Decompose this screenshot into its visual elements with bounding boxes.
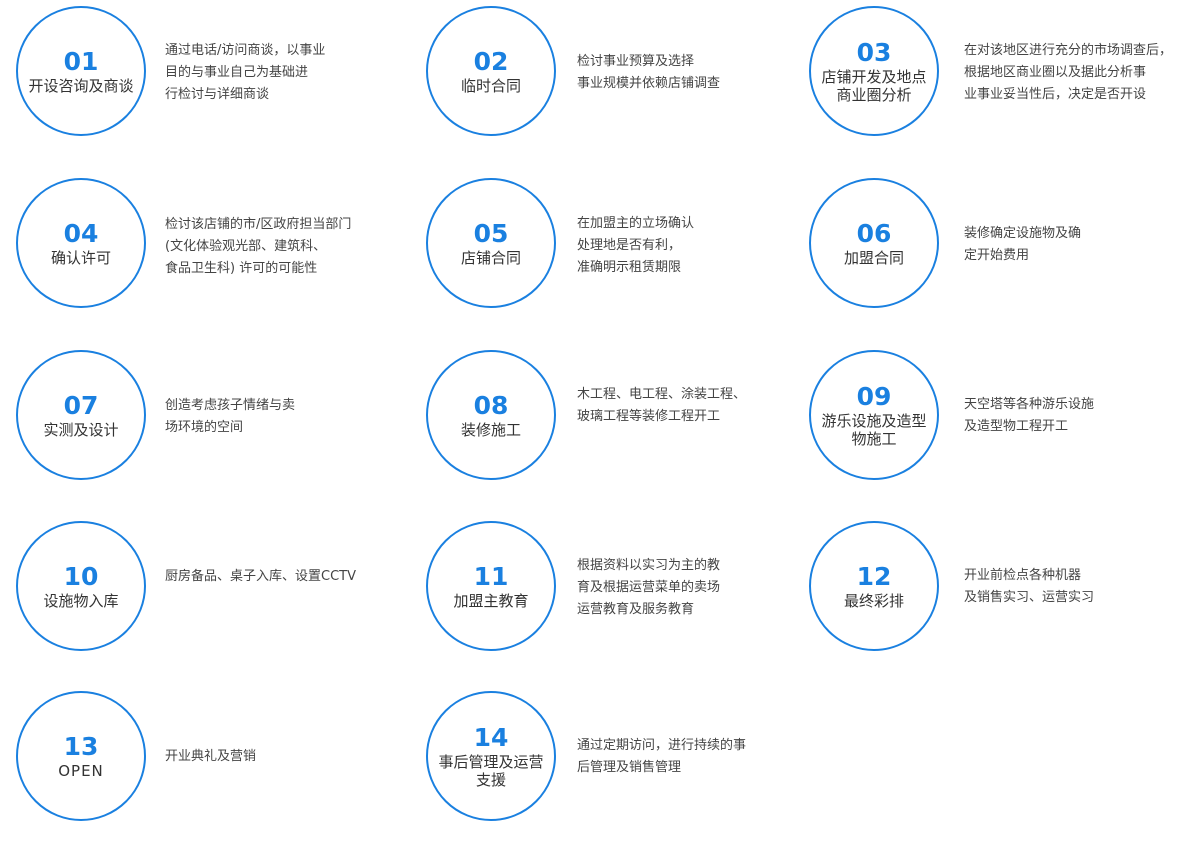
step-number: 01 <box>63 47 99 76</box>
step-04: 04 确认许可 检讨该店铺的市/区政府担当部门 (文化体验观光部、建筑科、 食品… <box>16 178 406 318</box>
step-circle: 10 设施物入库 <box>16 521 146 651</box>
step-description: 根据资料以实习为主的教 育及根据运营菜单的卖场 运营教育及服务教育 <box>577 558 721 617</box>
step-circle: 14 事后管理及运营支援 <box>426 691 556 821</box>
step-title: 开设咨询及商谈 <box>28 77 134 95</box>
step-13: 13 OPEN 开业典礼及营销 <box>16 691 406 831</box>
step-number: 08 <box>473 391 509 420</box>
step-title: 店铺开发及地点商业圈分析 <box>821 68 927 104</box>
step-title: 最终彩排 <box>843 592 904 610</box>
step-title: 加盟合同 <box>843 249 904 267</box>
step-title: 实测及设计 <box>43 421 119 439</box>
step-10: 10 设施物入库 厨房备品、桌子入库、设置CCTV <box>16 521 406 661</box>
step-description: 检讨该店铺的市/区政府担当部门 (文化体验观光部、建筑科、 食品卫生科) 许可的… <box>165 217 352 276</box>
step-title: 确认许可 <box>50 249 111 267</box>
step-14: 14 事后管理及运营支援 通过定期访问，进行持续的事 后管理及销售管理 <box>426 691 816 831</box>
step-circle: 05 店铺合同 <box>426 178 556 308</box>
step-number: 07 <box>63 391 99 420</box>
step-number: 12 <box>856 562 892 591</box>
step-circle: 08 装修施工 <box>426 350 556 480</box>
step-description: 检讨事业预算及选择 事业规模并依赖店铺调查 <box>577 54 721 91</box>
step-description: 通过定期访问，进行持续的事 后管理及销售管理 <box>577 738 747 775</box>
step-02: 02 临时合同 检讨事业预算及选择 事业规模并依赖店铺调查 <box>426 6 816 146</box>
step-description: 通过电话/访问商谈，以事业 目的与事业自己为基础进 行检讨与详细商谈 <box>165 43 326 102</box>
step-description: 天空塔等各种游乐设施 及造型物工程开工 <box>964 397 1095 434</box>
step-circle: 12 最终彩排 <box>809 521 939 651</box>
step-circle: 07 实测及设计 <box>16 350 146 480</box>
step-07: 07 实测及设计 创造考虑孩子情绪与卖 场环境的空间 <box>16 350 406 490</box>
step-title: 游乐设施及造型物施工 <box>821 412 927 448</box>
step-title: 店铺合同 <box>460 249 521 267</box>
step-circle: 11 加盟主教育 <box>426 521 556 651</box>
step-description: 厨房备品、桌子入库、设置CCTV <box>165 569 356 584</box>
step-circle: 13 OPEN <box>16 691 146 821</box>
step-circle: 02 临时合同 <box>426 6 556 136</box>
step-number: 11 <box>473 562 509 591</box>
step-01: 01 开设咨询及商谈 通过电话/访问商谈，以事业 目的与事业自己为基础进 行检讨… <box>16 6 406 146</box>
step-05: 05 店铺合同 在加盟主的立场确认 处理地是否有利， 准确明示租赁期限 <box>426 178 816 318</box>
step-11: 11 加盟主教育 根据资料以实习为主的教 育及根据运营菜单的卖场 运营教育及服务… <box>426 521 816 661</box>
step-circle: 09 游乐设施及造型物施工 <box>809 350 939 480</box>
step-08: 08 装修施工 木工程、电工程、涂装工程、 玻璃工程等装修工程开工 <box>426 350 816 490</box>
step-number: 05 <box>473 219 509 248</box>
step-12: 12 最终彩排 开业前检点各种机器 及销售实习、运营实习 <box>809 521 1199 661</box>
step-description: 开业前检点各种机器 及销售实习、运营实习 <box>964 568 1095 605</box>
step-title: OPEN <box>58 762 104 780</box>
step-title: 临时合同 <box>460 77 521 95</box>
step-number: 02 <box>473 47 509 76</box>
step-description: 装修确定设施物及确 定开始费用 <box>964 226 1082 263</box>
step-title: 事后管理及运营支援 <box>438 753 544 789</box>
step-title: 装修施工 <box>460 421 521 439</box>
step-number: 06 <box>856 219 892 248</box>
step-09: 09 游乐设施及造型物施工 天空塔等各种游乐设施 及造型物工程开工 <box>809 350 1199 490</box>
step-number: 03 <box>856 38 892 67</box>
step-description: 在对该地区进行充分的市场调查后， 根据地区商业圈以及据此分析事 业事业妥当性后，… <box>964 43 1173 102</box>
step-number: 09 <box>856 382 892 411</box>
step-description: 木工程、电工程、涂装工程、 玻璃工程等装修工程开工 <box>577 387 747 424</box>
step-number: 10 <box>63 562 99 591</box>
step-circle: 03 店铺开发及地点商业圈分析 <box>809 6 939 136</box>
step-circle: 06 加盟合同 <box>809 178 939 308</box>
step-03: 03 店铺开发及地点商业圈分析 在对该地区进行充分的市场调查后， 根据地区商业圈… <box>809 6 1199 146</box>
step-number: 13 <box>63 732 99 761</box>
step-description: 开业典礼及营销 <box>165 749 257 764</box>
step-circle: 04 确认许可 <box>16 178 146 308</box>
step-description: 创造考虑孩子情绪与卖 场环境的空间 <box>165 398 296 435</box>
step-06: 06 加盟合同 装修确定设施物及确 定开始费用 <box>809 178 1199 318</box>
step-circle: 01 开设咨询及商谈 <box>16 6 146 136</box>
step-title: 设施物入库 <box>43 592 119 610</box>
step-number: 14 <box>473 723 509 752</box>
step-number: 04 <box>63 219 99 248</box>
step-title: 加盟主教育 <box>453 592 529 610</box>
step-description: 在加盟主的立场确认 处理地是否有利， 准确明示租赁期限 <box>577 216 695 275</box>
